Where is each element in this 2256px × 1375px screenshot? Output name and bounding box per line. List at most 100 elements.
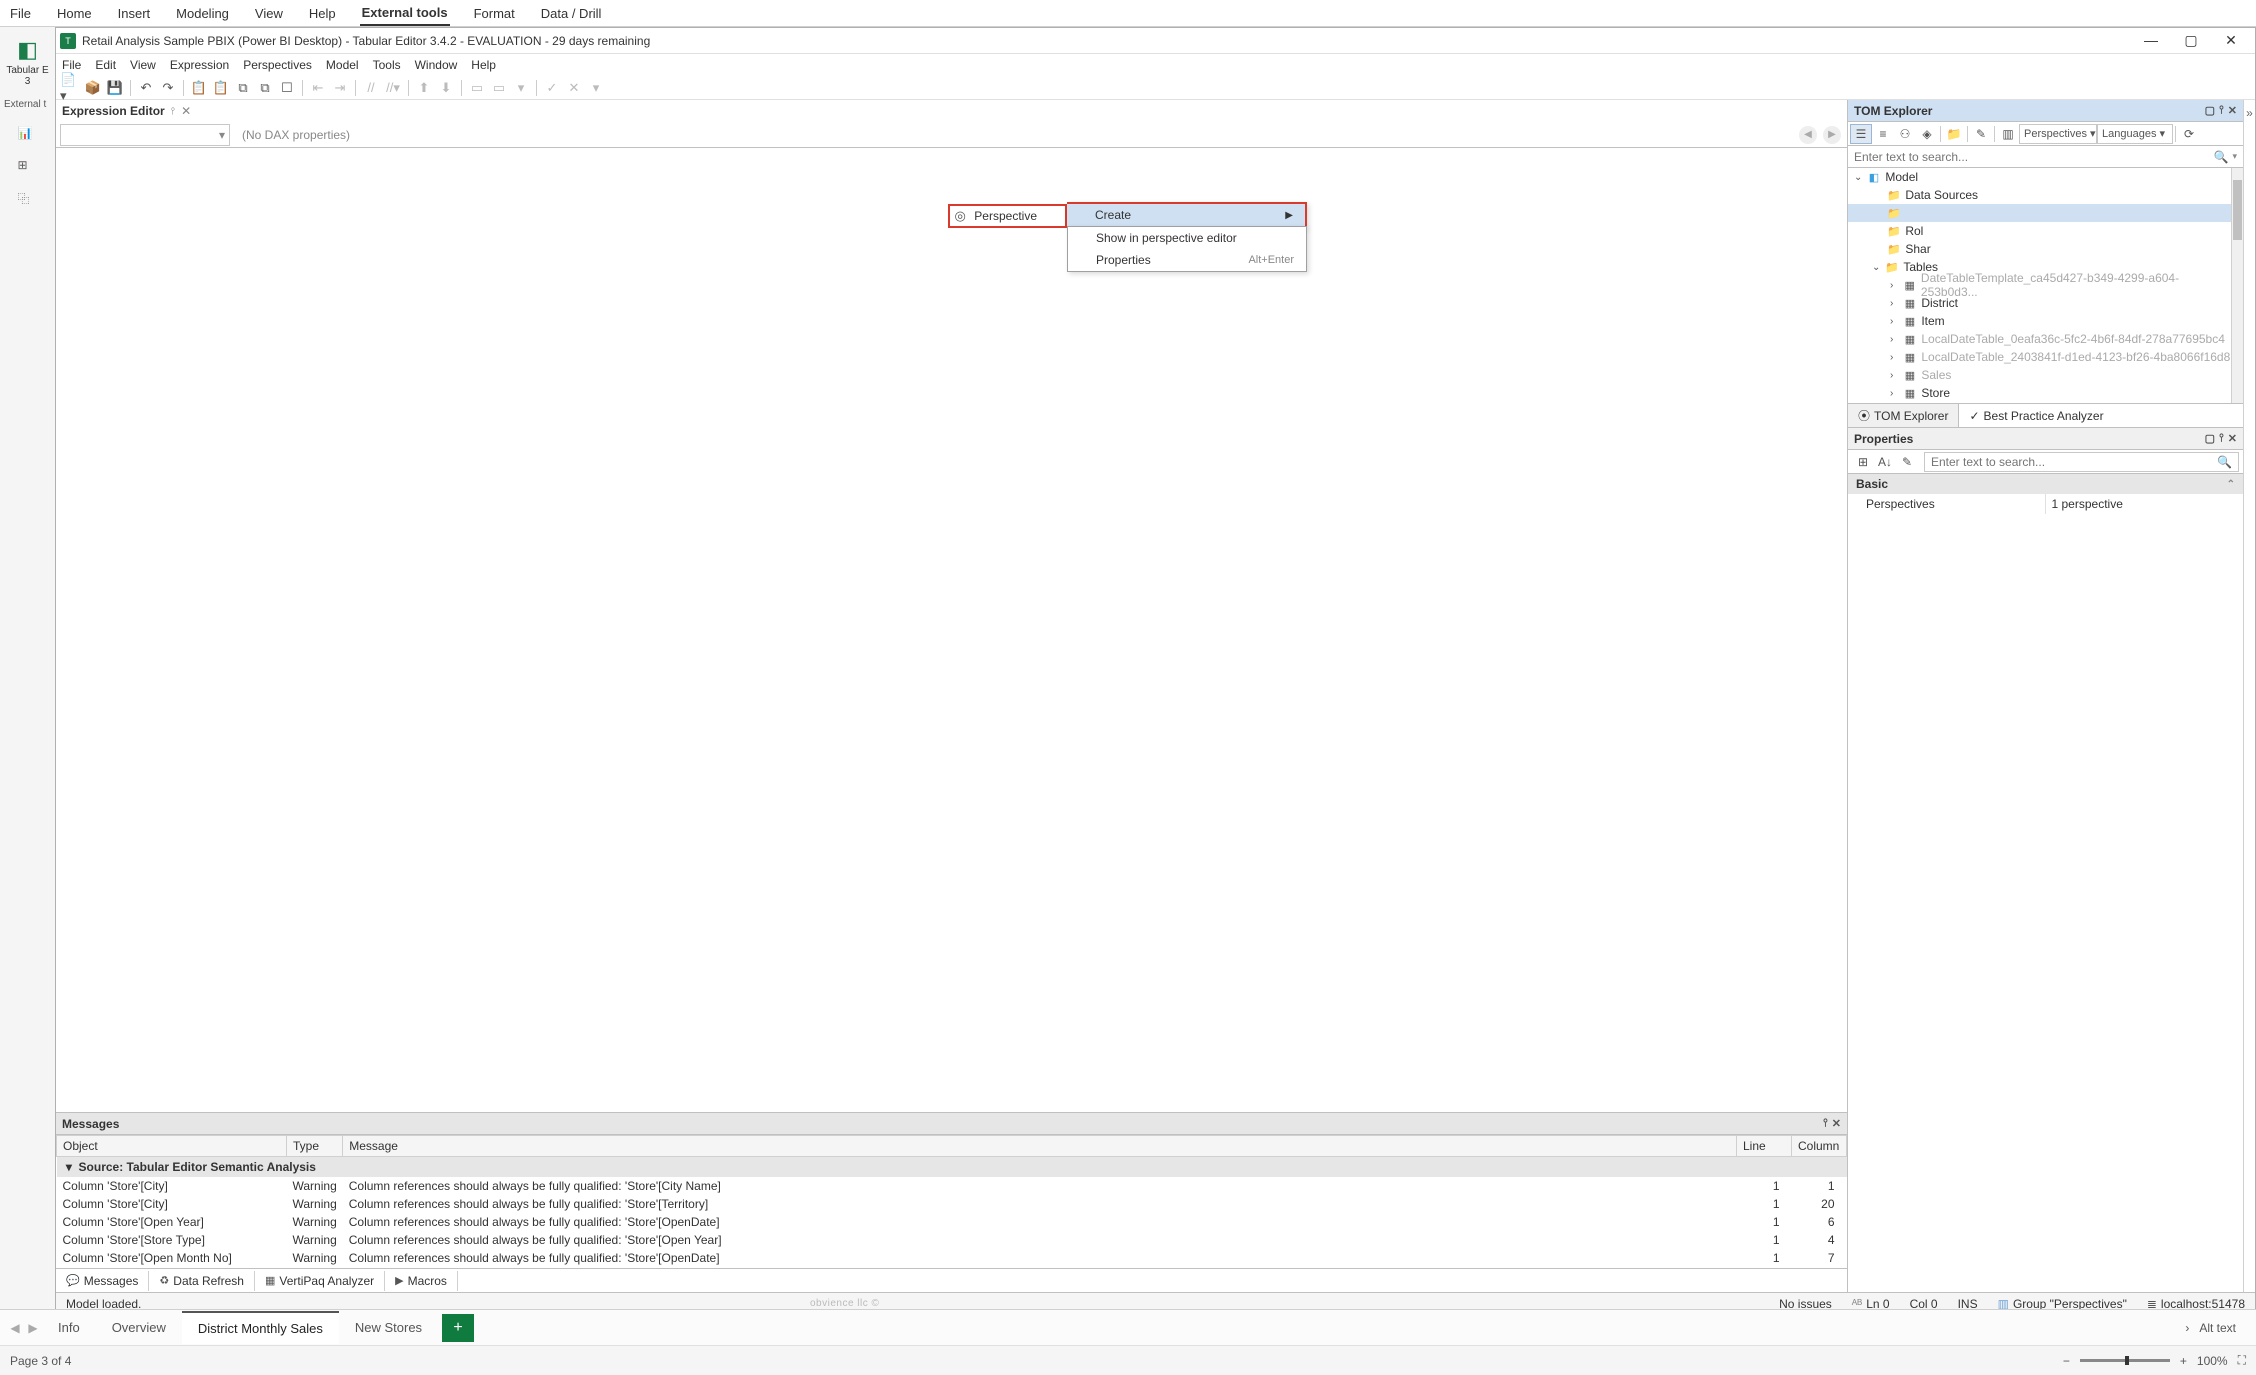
props-cat-icon[interactable]: ⊞	[1852, 452, 1874, 472]
ctx-item-create[interactable]: Create ▶	[1067, 204, 1305, 226]
props-row-perspectives[interactable]: Perspectives 1 perspective	[1848, 494, 2243, 514]
zoom-in-button[interactable]: +	[2180, 1354, 2187, 1368]
tb-upper-icon[interactable]: ⬆	[413, 78, 435, 98]
tb-save-icon[interactable]: 💾	[104, 78, 126, 98]
tree-node-model[interactable]: ⌄◧ Model	[1848, 168, 2231, 186]
close-tab-icon[interactable]: ✕	[181, 104, 191, 118]
menu-model[interactable]: Model	[326, 58, 359, 72]
tb-redo-icon[interactable]: ↷	[157, 78, 179, 98]
menu-perspectives[interactable]: Perspectives	[243, 58, 312, 72]
col-line[interactable]: Line	[1737, 1136, 1792, 1157]
nav-back-icon[interactable]: ◀	[1799, 126, 1817, 144]
col-message[interactable]: Message	[343, 1136, 1737, 1157]
tb-paste-icon[interactable]: 📋	[210, 78, 232, 98]
ribbon-tab-modeling[interactable]: Modeling	[174, 2, 231, 25]
ribbon-tab-home[interactable]: Home	[55, 2, 94, 25]
messages-pin-icon[interactable]: ⫯	[1823, 1117, 1828, 1130]
nav-forward-icon[interactable]: ▶	[1823, 126, 1841, 144]
tom-tb-list-icon[interactable]: ☰	[1850, 124, 1872, 144]
ctx-item-show[interactable]: Show in perspective editor	[1068, 227, 1306, 249]
tb-deploy-icon[interactable]: ☐	[276, 78, 298, 98]
menu-window[interactable]: Window	[415, 58, 458, 72]
tree-node-table[interactable]: ›▦ Item	[1848, 312, 2231, 330]
tab-vertipaq[interactable]: ▦VertiPaq Analyzer	[255, 1271, 385, 1291]
menu-edit[interactable]: Edit	[95, 58, 116, 72]
tom-tb-tree-icon[interactable]: ⚇	[1894, 124, 1916, 144]
te-right-chevron[interactable]: »	[2243, 100, 2255, 1292]
menu-expression[interactable]: Expression	[170, 58, 229, 72]
tree-node-perspectives-selected[interactable]: 📁	[1848, 204, 2231, 222]
tab-macros[interactable]: ▶Macros	[385, 1271, 458, 1291]
search-icon[interactable]: 🔍	[2214, 150, 2229, 164]
tree-node-table[interactable]: ›▦ LocalDateTable_0eafa36c-5fc2-4b6f-84d…	[1848, 330, 2231, 348]
message-row[interactable]: Column 'Store'[Open Month No]WarningColu…	[57, 1249, 1847, 1267]
tb-comment-icon[interactable]: //	[360, 78, 382, 98]
tom-close-icon[interactable]: ✕	[2228, 104, 2237, 117]
tree-node-table[interactable]: ›▦ LocalDateTable_2403841f-d1ed-4123-bf2…	[1848, 348, 2231, 366]
props-cat-basic[interactable]: Basic⌃	[1848, 474, 2243, 494]
minimize-button[interactable]: —	[2131, 32, 2171, 49]
tree-node-data-sources[interactable]: 📁 Data Sources	[1848, 186, 2231, 204]
ribbon-tab-view[interactable]: View	[253, 2, 285, 25]
page-tab-overview[interactable]: Overview	[96, 1312, 182, 1343]
props-value[interactable]: 1 perspective	[2046, 494, 2244, 514]
col-type[interactable]: Type	[287, 1136, 343, 1157]
tb-undo-icon[interactable]: ↶	[135, 78, 157, 98]
tree-node-shared[interactable]: 📁 Shar	[1848, 240, 2231, 258]
tab-data-refresh[interactable]: ♻Data Refresh	[149, 1271, 255, 1291]
ribbon-tab-external-tools[interactable]: External tools	[360, 1, 450, 26]
fit-to-page-icon[interactable]: ⛶	[2238, 1353, 2246, 1368]
zoom-out-button[interactable]: −	[2063, 1354, 2070, 1368]
tb-format3-icon[interactable]: ▾	[510, 78, 532, 98]
page-nav-next[interactable]: ▶	[24, 1321, 42, 1335]
col-column[interactable]: Column	[1792, 1136, 1847, 1157]
tom-tb-cube-icon[interactable]: ◈	[1916, 124, 1938, 144]
page-nav-prev[interactable]: ◀	[6, 1321, 24, 1335]
maximize-button[interactable]: ▢	[2171, 32, 2211, 49]
tb-format-icon[interactable]: ▭	[466, 78, 488, 98]
tb-check-icon[interactable]: ✓	[541, 78, 563, 98]
search-icon[interactable]: 🔍	[2217, 455, 2232, 469]
menu-help[interactable]: Help	[471, 58, 496, 72]
tab-best-practice[interactable]: ✓Best Practice Analyzer	[1959, 406, 2113, 426]
tom-tb-refresh-icon[interactable]: ⟳	[2178, 124, 2200, 144]
ribbon-tab-file[interactable]: File	[8, 2, 33, 25]
languages-dropdown[interactable]: Languages ▾	[2097, 124, 2173, 144]
tree-scrollbar[interactable]	[2231, 168, 2243, 403]
alt-text-panel-toggle[interactable]: › Alt text	[2171, 1321, 2250, 1335]
external-tool-tabular-editor[interactable]: ◧ Tabular E 3	[0, 27, 55, 97]
tom-tb-folder-icon[interactable]: 📁	[1943, 124, 1965, 144]
search-dd-icon[interactable]: ▾	[2228, 151, 2237, 162]
message-row[interactable]: Column 'Store'[City]WarningColumn refere…	[57, 1177, 1847, 1195]
tb-lower-icon[interactable]: ⬇	[435, 78, 457, 98]
tree-node-roles[interactable]: 📁 Rol	[1848, 222, 2231, 240]
close-button[interactable]: ✕	[2211, 32, 2251, 49]
props-close-icon[interactable]: ✕	[2228, 432, 2237, 445]
expression-editor-content[interactable]	[56, 148, 1847, 1112]
tb-outdent-icon[interactable]: ⇥	[329, 78, 351, 98]
tb-macro-icon[interactable]: ⧉	[254, 78, 276, 98]
menu-file[interactable]: File	[62, 58, 81, 72]
tom-tb-list2-icon[interactable]: ≡	[1872, 124, 1894, 144]
tree-node-table[interactable]: ›▦ Sales	[1848, 366, 2231, 384]
ribbon-tab-help[interactable]: Help	[307, 2, 338, 25]
ribbon-tab-insert[interactable]: Insert	[116, 2, 153, 25]
message-row[interactable]: Column 'Store'[Store Type]WarningColumn …	[57, 1231, 1847, 1249]
tb-copy-icon[interactable]: 📋	[188, 78, 210, 98]
report-view-icon[interactable]: 📊	[18, 126, 38, 144]
col-object[interactable]: Object	[57, 1136, 287, 1157]
pin-icon[interactable]: ⫯	[171, 106, 175, 117]
ribbon-tab-data-drill[interactable]: Data / Drill	[539, 2, 604, 25]
tb-open-icon[interactable]: 📦	[82, 78, 104, 98]
ctx-item-properties[interactable]: Properties Alt+Enter	[1068, 249, 1306, 271]
message-row[interactable]: Column 'Store'[Open Year]WarningColumn r…	[57, 1213, 1847, 1231]
tab-messages[interactable]: 💬Messages	[56, 1271, 149, 1291]
model-view-icon[interactable]: ⿻	[18, 190, 38, 208]
source-row[interactable]: ▾ Source: Tabular Editor Semantic Analys…	[57, 1157, 1847, 1178]
tb-uncomment-icon[interactable]: //▾	[382, 78, 404, 98]
tom-tb-edit-icon[interactable]: ✎	[1970, 124, 1992, 144]
tree-node-table[interactable]: ›▦ Store	[1848, 384, 2231, 402]
tree-node-table[interactable]: ›▦ DateTableTemplate_ca45d427-b349-4299-…	[1848, 276, 2231, 294]
tb-cancel-icon[interactable]: ✕	[563, 78, 585, 98]
tom-tb-columns-icon[interactable]: ▥	[1997, 124, 2019, 144]
